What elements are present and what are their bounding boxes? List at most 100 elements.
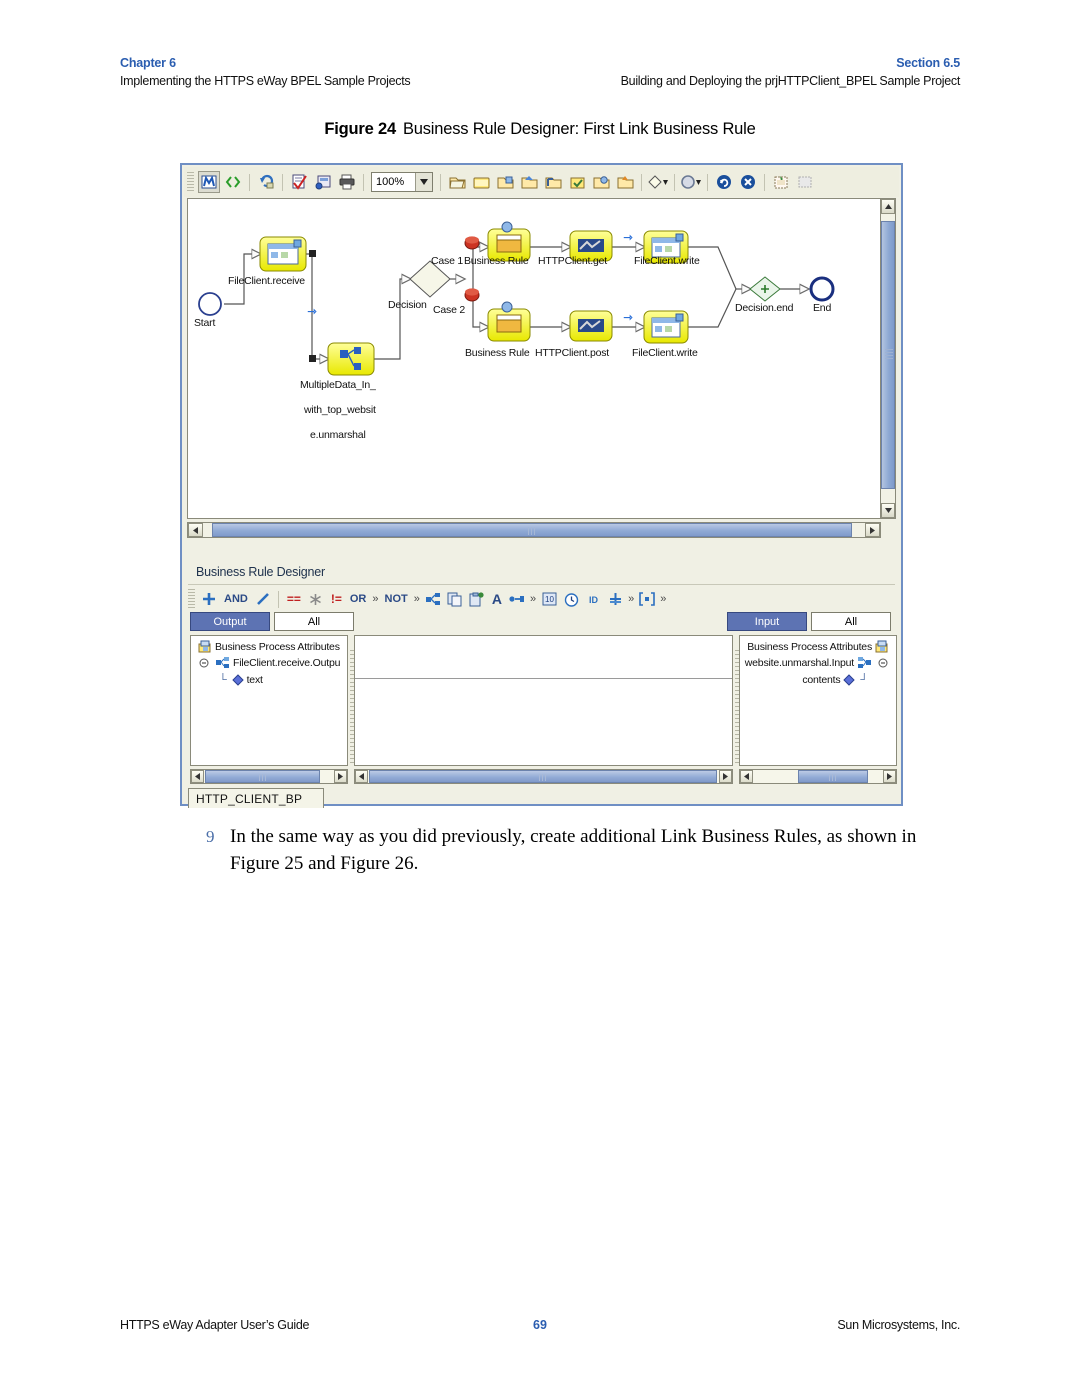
terminate-button[interactable] — [737, 171, 759, 193]
add-activity-button[interactable] — [446, 171, 468, 193]
scroll-right-button[interactable] — [865, 523, 880, 537]
tree-root-business-process-attributes-input[interactable]: Business Process Attributes — [747, 640, 892, 654]
svg-text:10: 10 — [545, 595, 554, 604]
select-region-button[interactable] — [794, 171, 816, 193]
middle-pane-scroll-thumb[interactable] — [369, 770, 717, 783]
tab-output[interactable]: Output — [190, 612, 270, 631]
add-receive-button[interactable] — [518, 171, 540, 193]
diamond-icon — [231, 674, 244, 686]
page-header: Chapter 6 Section 6.5 Implementing the H… — [120, 56, 960, 88]
scroll-left-button[interactable] — [191, 770, 204, 783]
fileclient-receive-label: FileClient.receive — [228, 275, 305, 287]
source-view-toggle[interactable] — [222, 171, 244, 193]
more-boolean-button[interactable]: » — [412, 593, 422, 605]
equal-operator-button[interactable]: == — [283, 592, 305, 606]
tree-node-label: website.unmarshal.Input — [744, 657, 854, 669]
document-tab-http-client-bp[interactable]: HTTP_CLIENT_BP — [188, 788, 324, 808]
toolbar-drag-handle[interactable] — [187, 172, 194, 192]
scroll-right-button[interactable] — [883, 770, 896, 783]
tab-input[interactable]: Input — [727, 612, 807, 631]
datetime-button[interactable] — [561, 589, 581, 609]
rule-expression-canvas[interactable] — [354, 635, 733, 766]
vertical-scroll-thumb[interactable] — [881, 221, 895, 489]
paste-button[interactable] — [467, 589, 487, 609]
expand-handle-icon[interactable] — [877, 657, 889, 669]
add-reply-button[interactable] — [542, 171, 564, 193]
left-pane-scrollbar[interactable] — [190, 769, 348, 784]
triangle-right-icon — [887, 773, 892, 780]
expand-handle-icon[interactable] — [198, 657, 210, 669]
right-pane-scroll-thumb[interactable] — [798, 770, 868, 783]
more-string-button[interactable]: » — [528, 593, 538, 605]
or-operator-button[interactable]: OR — [346, 593, 371, 605]
scroll-left-button[interactable] — [740, 770, 753, 783]
circle-dropdown[interactable] — [680, 171, 702, 193]
add-scope-button[interactable] — [470, 171, 492, 193]
and-operator-button[interactable]: AND — [220, 593, 252, 605]
middle-pane-scrollbar[interactable] — [354, 769, 733, 784]
bpel-diagram-canvas[interactable]: ⁠⇾⁠ — [187, 198, 881, 519]
validate-button[interactable] — [288, 171, 310, 193]
map-view-toggle[interactable] — [198, 171, 220, 193]
tree-leaf-contents[interactable]: ┘ contents — [802, 674, 868, 686]
tab-all-left[interactable]: All — [274, 612, 354, 631]
tree-node-fileclient-receive-output[interactable]: FileClient.receive.Outpu — [195, 657, 340, 669]
new-note-button[interactable] — [770, 171, 792, 193]
scroll-left-button[interactable] — [355, 770, 368, 783]
right-pane-scrollbar[interactable] — [739, 769, 897, 784]
array-button[interactable] — [637, 589, 657, 609]
link-tool-button[interactable] — [253, 589, 273, 609]
input-attributes-pane[interactable]: Business Process Attributes website.unma… — [739, 635, 897, 766]
fileclient-write-1-label: FileClient.write — [634, 255, 700, 267]
add-invoke-button[interactable] — [494, 171, 516, 193]
copy-button[interactable] — [445, 589, 465, 609]
left-pane-scroll-thumb[interactable] — [205, 770, 320, 783]
concat-button[interactable] — [507, 589, 527, 609]
string-operator-button[interactable]: A — [488, 591, 506, 607]
add-assign-button[interactable] — [566, 171, 588, 193]
decision-dropdown[interactable] — [647, 171, 669, 193]
math-button[interactable] — [605, 589, 625, 609]
tree-root-business-process-attributes[interactable]: Business Process Attributes — [195, 640, 340, 654]
refresh-button[interactable] — [255, 171, 277, 193]
output-attributes-pane[interactable]: Business Process Attributes FileClient.r… — [190, 635, 348, 766]
more-number-button[interactable]: » — [626, 593, 636, 605]
scroll-down-button[interactable] — [881, 503, 895, 518]
add-wait-button[interactable] — [590, 171, 612, 193]
scroll-right-button[interactable] — [719, 770, 732, 783]
end-node-label: End — [813, 302, 832, 314]
scroll-right-button[interactable] — [334, 770, 347, 783]
canvas-horizontal-scrollbar[interactable] — [187, 522, 881, 538]
tree-leaf-text[interactable]: └ text — [219, 674, 263, 686]
brd-toolbar-drag-handle[interactable] — [188, 589, 195, 609]
zoom-level-combobox[interactable]: 100% — [371, 172, 433, 192]
more-array-button[interactable]: » — [658, 593, 668, 605]
triangle-right-icon — [338, 773, 343, 780]
add-throw-button[interactable] — [614, 171, 636, 193]
tree-node-website-unmarshal-input[interactable]: website.unmarshal.Input — [745, 657, 892, 669]
not-equal-icon-button[interactable] — [306, 589, 326, 609]
tab-all-right[interactable]: All — [811, 612, 891, 631]
bpel-diagram: ⁠⇾⁠ — [198, 221, 835, 376]
more-logic-button[interactable]: » — [370, 593, 380, 605]
not-operator-button[interactable]: NOT — [381, 593, 412, 605]
scroll-left-button[interactable] — [188, 523, 203, 537]
canvas-vertical-scrollbar[interactable] — [880, 198, 896, 519]
number-operator-button[interactable]: 10 — [539, 589, 559, 609]
id-button[interactable]: ID — [583, 589, 603, 609]
horizontal-scroll-thumb[interactable] — [212, 523, 852, 537]
number-field-icon: 10 — [542, 592, 557, 606]
loop-button[interactable] — [713, 171, 735, 193]
properties-button[interactable] — [312, 171, 334, 193]
print-button[interactable] — [336, 171, 358, 193]
junction-square-bottom — [309, 355, 316, 362]
chevron-down-icon[interactable] — [415, 173, 432, 191]
nodes-button[interactable] — [423, 589, 443, 609]
triangle-up-icon — [884, 204, 892, 209]
tree-node-label: FileClient.receive.Outpu — [233, 657, 341, 669]
scroll-up-button[interactable] — [881, 199, 895, 214]
not-equal-operator-button[interactable]: != — [327, 592, 346, 606]
slash-line-icon — [256, 593, 269, 605]
tree-root-label: Business Process Attributes — [747, 641, 872, 653]
add-operator-button[interactable] — [199, 589, 219, 609]
